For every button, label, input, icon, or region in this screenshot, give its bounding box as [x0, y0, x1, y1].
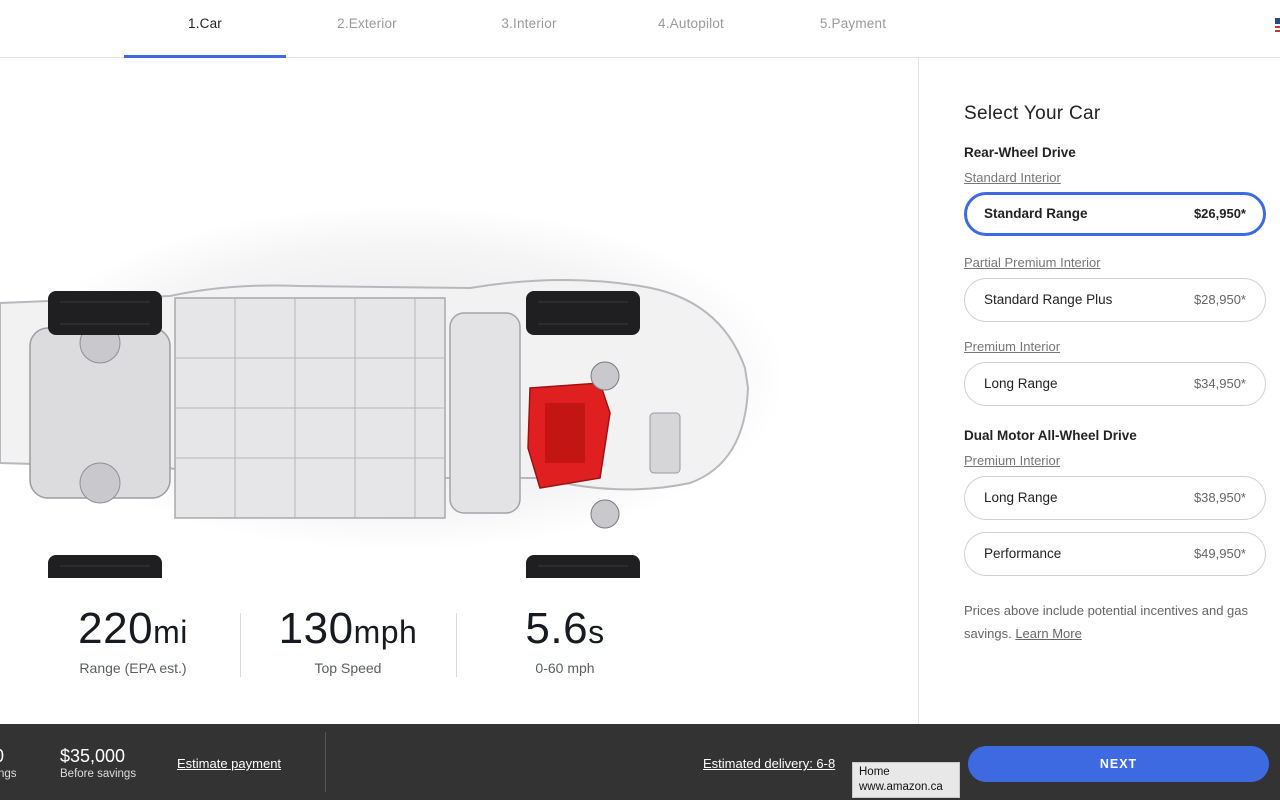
option-price: $26,950*	[1193, 206, 1246, 221]
stat-range-label: Range (EPA est.)	[79, 660, 187, 676]
estimate-payment-link[interactable]: Estimate payment	[177, 756, 281, 771]
step-autopilot-label: 4.Autopilot	[658, 16, 724, 31]
stat-top-speed-unit: mph	[353, 614, 418, 650]
estimated-delivery-link[interactable]: Estimated delivery: 6-8	[703, 756, 835, 771]
option-long-range-awd[interactable]: Long Range $38,950*	[964, 476, 1266, 520]
stat-range-unit: mi	[153, 614, 188, 650]
country-flag-icon[interactable]	[1275, 18, 1280, 32]
step-payment-label: 5.Payment	[819, 16, 887, 31]
savings-value-cut: 0	[0, 746, 4, 767]
step-exterior-label: 2.Exterior	[337, 16, 397, 31]
stat-acceleration-value: 5.6	[525, 604, 589, 653]
pricing-note: Prices above include potential incentive…	[964, 599, 1264, 645]
partial-premium-interior-link[interactable]: Partial Premium Interior	[964, 255, 1101, 270]
stat-acceleration-label: 0-60 mph	[535, 660, 595, 676]
step-car[interactable]: 1.Car	[124, 0, 286, 58]
option-price: $38,950*	[1193, 490, 1246, 505]
rwd-group-title: Rear-Wheel Drive	[964, 145, 1076, 160]
bottom-summary-bar: 0 ngs $35,000 Before savings Estimate pa…	[0, 724, 1280, 800]
option-name: Long Range	[984, 490, 1058, 505]
stat-acceleration: 5.6s 0-60 mph	[480, 603, 650, 676]
learn-more-link[interactable]: Learn More	[1015, 626, 1081, 641]
car-chassis-image	[0, 279, 750, 578]
link-tooltip: Home www.amazon.ca	[852, 762, 960, 798]
step-navigation: 1.Car 2.Exterior 3.Interior 4.Autopilot …	[0, 0, 1280, 58]
stat-top-speed-label: Top Speed	[314, 660, 382, 676]
option-performance[interactable]: Performance $49,950*	[964, 532, 1266, 576]
stat-range-value: 220	[78, 604, 154, 653]
option-price: $28,950*	[1193, 292, 1246, 307]
stat-range: 220mi Range (EPA est.)	[48, 603, 218, 676]
stat-acceleration-unit: s	[588, 614, 605, 650]
premium-interior-link-awd[interactable]: Premium Interior	[964, 453, 1060, 468]
option-standard-range-plus[interactable]: Standard Range Plus $28,950*	[964, 278, 1266, 322]
tooltip-url: www.amazon.ca	[859, 781, 943, 793]
step-interior-label: 3.Interior	[501, 16, 557, 31]
option-long-range-rwd[interactable]: Long Range $34,950*	[964, 362, 1266, 406]
option-name: Performance	[984, 546, 1062, 561]
car-selection-panel: Select Your Car Rear-Wheel Drive Standar…	[918, 58, 1280, 724]
price-before-savings: $35,000	[60, 746, 126, 766]
step-car-label: 1.Car	[187, 16, 222, 31]
stat-top-speed-value: 130	[278, 604, 354, 653]
savings-label-cut: ngs	[0, 768, 17, 780]
option-name: Standard Range Plus	[984, 292, 1113, 307]
car-visual-area: 220mi Range (EPA est.) 130mph Top Speed …	[0, 58, 918, 724]
panel-title: Select Your Car	[964, 103, 1101, 124]
option-price: $34,950*	[1193, 376, 1246, 391]
next-button[interactable]: NEXT	[968, 746, 1269, 782]
pricing-note-text: Prices above include potential incentive…	[964, 603, 1249, 641]
awd-group-title: Dual Motor All-Wheel Drive	[964, 428, 1137, 443]
option-name: Standard Range	[984, 206, 1088, 221]
stat-top-speed: 130mph Top Speed	[262, 603, 434, 676]
price-before-savings-label: Before savings	[60, 768, 137, 780]
step-payment[interactable]: 5.Payment	[772, 0, 934, 58]
option-price: $49,950*	[1193, 546, 1246, 561]
step-interior[interactable]: 3.Interior	[448, 0, 610, 58]
step-exterior[interactable]: 2.Exterior	[286, 0, 448, 58]
premium-interior-link-rwd[interactable]: Premium Interior	[964, 339, 1060, 354]
stat-divider	[456, 613, 457, 677]
option-standard-range[interactable]: Standard Range $26,950*	[964, 192, 1266, 236]
tooltip-title: Home	[859, 766, 890, 778]
performance-stats: 220mi Range (EPA est.) 130mph Top Speed …	[0, 603, 918, 683]
step-autopilot[interactable]: 4.Autopilot	[610, 0, 772, 58]
bottom-divider	[325, 732, 326, 792]
option-name: Long Range	[984, 376, 1058, 391]
standard-interior-link[interactable]: Standard Interior	[964, 170, 1061, 185]
stat-divider	[240, 613, 241, 677]
